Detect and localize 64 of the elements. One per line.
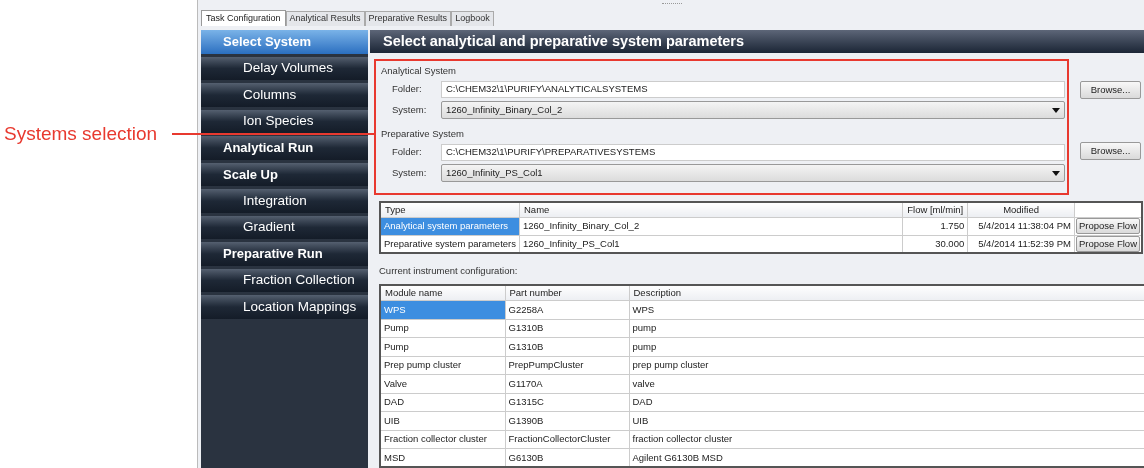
table-cell: 1260_Infinity_Binary_Col_2 [519, 217, 903, 236]
caret-icon [1052, 107, 1060, 113]
group-label: Analytical System [381, 64, 457, 79]
column-header: Name [519, 202, 903, 218]
column-header: Part number [505, 284, 629, 301]
table-cell: Analytical system parameters [380, 217, 520, 236]
table-cell: Fraction collector cluster [380, 430, 505, 449]
tab[interactable]: Preparative Results [364, 11, 452, 26]
field-label: Folder: [392, 82, 423, 97]
propose-flow-button[interactable]: Propose Flow [1076, 218, 1140, 235]
folder-field[interactable]: C:\CHEM32\1\PURIFY\ANALYTICALSYSTEMS [441, 80, 1065, 98]
table-cell: G1315C [505, 393, 629, 412]
table-cell: PrepPumpCluster [505, 356, 629, 375]
table-cell: 30.000 [902, 235, 968, 254]
sidebar-item[interactable]: Integration [201, 189, 368, 213]
table-cell: 5/4/2014 11:38:04 PM [967, 217, 1075, 236]
table-cell: G1170A [505, 374, 629, 393]
field-label: System: [392, 103, 428, 118]
table-cell: 1.750 [902, 217, 968, 236]
table-cell: UIB [380, 411, 505, 430]
panel-header: Select analytical and preparative system parameters [370, 30, 1144, 54]
callout-label: Systems selection [4, 122, 158, 146]
group-label: Preparative System [381, 127, 465, 142]
folder-field[interactable]: C:\CHEM32\1\PURIFY\PREPARATIVESYSTEMS [441, 143, 1065, 161]
sidebar-item[interactable]: Preparative Run [201, 242, 368, 266]
section-label: Current instrument configuration: [379, 264, 519, 279]
browse-button[interactable]: Browse... [1080, 81, 1141, 100]
sidebar-item[interactable]: Fraction Collection [201, 268, 368, 292]
table-cell: 1260_Infinity_PS_Col1 [519, 235, 903, 254]
sidebar-item[interactable]: Location Mappings [201, 295, 368, 319]
table-cell: G1390B [505, 411, 629, 430]
table-cell: DAD [380, 393, 505, 412]
column-header: Modified [967, 202, 1075, 218]
table-cell: WPS [380, 300, 505, 319]
table-cell: Preparative system parameters [380, 235, 520, 254]
table-cell: FractionCollectorCluster [505, 430, 629, 449]
sidebar-item[interactable]: Ion Species [201, 109, 368, 133]
sidebar-item[interactable]: Scale Up [201, 162, 368, 186]
sidebar-item[interactable]: Analytical Run [201, 136, 368, 160]
propose-flow-button[interactable]: Propose Flow [1076, 236, 1140, 252]
table-cell: Prep pump cluster [380, 356, 505, 375]
table-cell: Pump [380, 337, 505, 356]
field-label: Folder: [392, 145, 423, 160]
tab[interactable]: Task Configuration [201, 10, 286, 26]
caret-icon [1052, 170, 1060, 176]
sidebar-item[interactable]: Columns [201, 83, 368, 107]
table-cell: Valve [380, 374, 505, 393]
sidebar-item[interactable]: Gradient [201, 215, 368, 239]
table-cell: G1310B [505, 337, 629, 356]
table-cell: Pump [380, 319, 505, 338]
column-header: Type [380, 202, 520, 218]
browse-button[interactable]: Browse... [1080, 142, 1141, 161]
system-dropdown[interactable]: 1260_Infinity_PS_Col1 [441, 164, 1065, 183]
column-header: Flow [ml/min] [902, 202, 968, 218]
table-cell: G2258A [505, 300, 629, 319]
sidebar-item[interactable]: Delay Volumes [201, 56, 368, 80]
system-dropdown[interactable]: 1260_Infinity_Binary_Col_2 [441, 101, 1065, 120]
table-cell: WPS [629, 300, 1144, 319]
table-cell: G1310B [505, 319, 629, 338]
column-header: Description [629, 284, 1144, 301]
table-cell: 5/4/2014 11:52:39 PM [967, 235, 1075, 254]
tab[interactable]: Analytical Results [285, 11, 365, 26]
field-label: System: [392, 166, 428, 181]
tab[interactable]: Logbook [451, 11, 494, 26]
